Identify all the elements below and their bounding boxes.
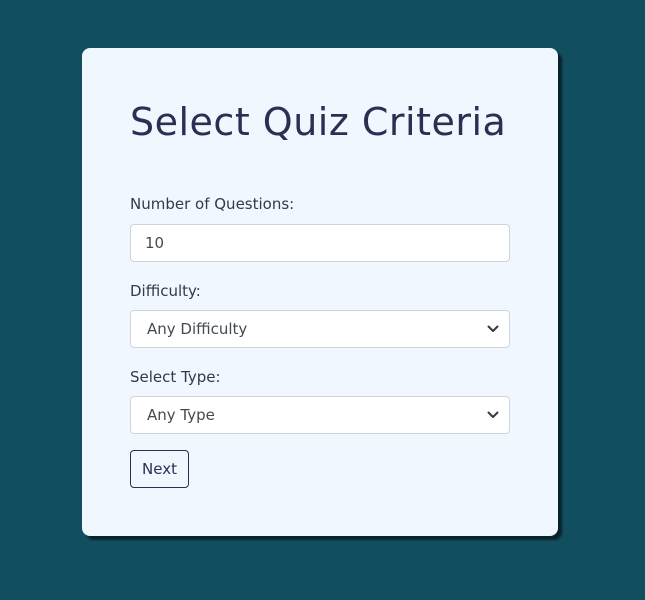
chevron-down-icon	[487, 411, 499, 418]
difficulty-label: Difficulty:	[130, 282, 201, 300]
type-label: Select Type:	[130, 368, 221, 386]
questions-input-value: 10	[145, 234, 165, 252]
quiz-criteria-card: Select Quiz Criteria Number of Questions…	[82, 48, 558, 536]
chevron-down-icon	[487, 325, 499, 332]
questions-label: Number of Questions:	[130, 195, 295, 213]
difficulty-select[interactable]: Any Difficulty	[130, 310, 510, 348]
difficulty-selected-value: Any Difficulty	[147, 320, 248, 338]
type-selected-value: Any Type	[147, 406, 215, 424]
type-select[interactable]: Any Type	[130, 396, 510, 434]
next-button[interactable]: Next	[130, 450, 189, 488]
questions-input[interactable]: 10	[130, 224, 510, 262]
page-title: Select Quiz Criteria	[130, 100, 507, 144]
